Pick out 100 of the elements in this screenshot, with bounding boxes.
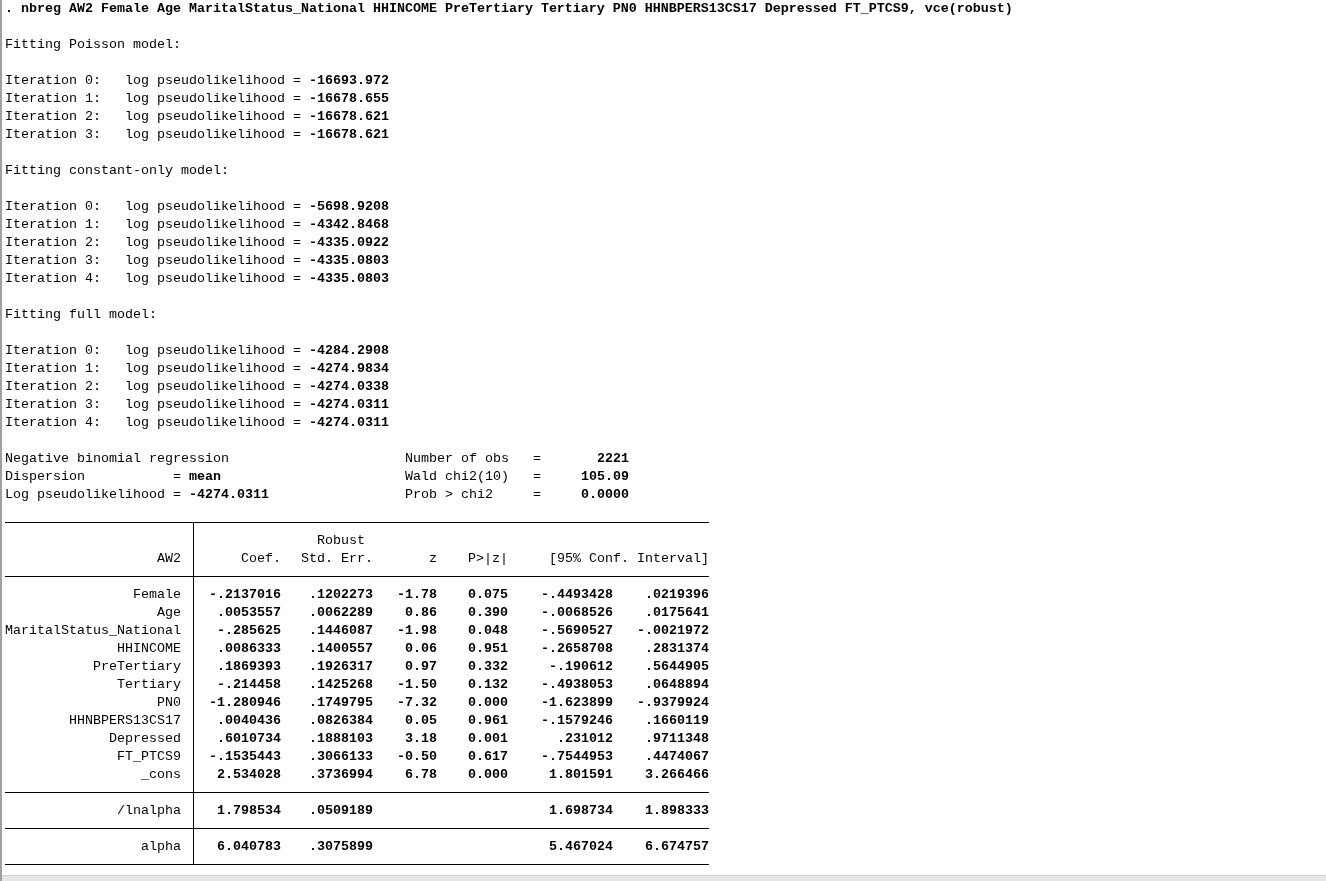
column-header: Std. Err.: [300, 550, 373, 568]
table-cell-text: 0.048: [467, 622, 508, 640]
table-cell-text: .0175641: [644, 604, 709, 622]
table-cell-text: .1446087: [308, 622, 373, 640]
column-header: Robust: [316, 532, 366, 550]
table-cell-text: -.1579246: [540, 712, 613, 730]
column-header: [95% Conf. Interval]: [548, 550, 709, 568]
table-cell-text: .0219396: [644, 586, 709, 604]
table-cell-text: 0.617: [467, 748, 508, 766]
table-cell-text: .5644905: [644, 658, 709, 676]
command-line: . nbreg AW2 Female Age MaritalStatus_National HHINCOME PreTertiary Tertiary PN0 HHNBPERS13CS17 Depressed FT_PTCS9, vce(robust): [5, 0, 1013, 18]
table-cell-text: .1425268: [308, 676, 373, 694]
variable-name: FT_PTCS9: [116, 748, 182, 766]
section-title: Fitting Poisson model:: [5, 36, 181, 54]
variable-name: Tertiary: [116, 676, 182, 694]
model-statistic: Prob > chi2 = 0.0000: [405, 486, 629, 504]
table-cell-text: .9711348: [644, 730, 709, 748]
table-cell-text: 0.001: [467, 730, 508, 748]
table-cell-text: .0062289: [308, 604, 373, 622]
table-cell-text: .4474067: [644, 748, 709, 766]
table-cell-text: .0053557: [216, 604, 281, 622]
iteration-line: Iteration 2: log pseudolikelihood = -4335.0922: [5, 234, 389, 252]
iteration-line: Iteration 3: log pseudolikelihood = -4335.0803: [5, 252, 389, 270]
section-title: Fitting full model:: [5, 306, 157, 324]
table-cell-text: -7.32: [396, 694, 437, 712]
table-cell-text: .0086333: [216, 640, 281, 658]
table-cell-text: .1660119: [644, 712, 709, 730]
table-cell-text: .3066133: [308, 748, 373, 766]
table-cell-text: -0.50: [396, 748, 437, 766]
table-cell-text: 6.78: [404, 766, 437, 784]
table-cell-text: -.2658708: [540, 640, 613, 658]
iteration-line: Iteration 1: log pseudolikelihood = -4274.9834: [5, 360, 389, 378]
variable-name: Depressed: [108, 730, 182, 748]
table-cell-text: 1.698734: [548, 802, 613, 820]
model-statistic: Wald chi2(10) = 105.09: [405, 468, 629, 486]
iteration-line: Iteration 2: log pseudolikelihood = -16678.621: [5, 108, 389, 126]
table-cell-text: .3075899: [308, 838, 373, 856]
table-cell-text: -.190612: [548, 658, 613, 676]
table-cell-text: 0.132: [467, 676, 508, 694]
table-cell-text: -1.50: [396, 676, 437, 694]
table-cell-text: .0826384: [308, 712, 373, 730]
table-cell-text: 0.951: [467, 640, 508, 658]
variable-name: alpha: [140, 838, 182, 856]
table-cell-text: -.5690527: [540, 622, 613, 640]
table-cell-text: .231012: [556, 730, 613, 748]
table-cell-text: 5.467024: [548, 838, 613, 856]
table-cell-text: -1.98: [396, 622, 437, 640]
iteration-line: Iteration 4: log pseudolikelihood = -4274.0311: [5, 414, 389, 432]
iteration-line: Iteration 4: log pseudolikelihood = -4335.0803: [5, 270, 389, 288]
table-cell-text: 1.798534: [216, 802, 281, 820]
table-cell-text: 2.534028: [216, 766, 281, 784]
table-cell-text: -.214458: [216, 676, 281, 694]
model-info: Dispersion = mean: [5, 468, 221, 486]
iteration-line: Iteration 3: log pseudolikelihood = -16678.621: [5, 126, 389, 144]
table-cell-text: .0040436: [216, 712, 281, 730]
table-cell-text: 0.000: [467, 694, 508, 712]
table-cell-text: -.0021972: [636, 622, 709, 640]
table-cell-text: 0.06: [404, 640, 437, 658]
table-cell-text: -.2137016: [208, 586, 281, 604]
model-info: Log pseudolikelihood = -4274.0311: [5, 486, 269, 504]
table-cell-text: 1.801591: [548, 766, 613, 784]
iteration-line: Iteration 1: log pseudolikelihood = -16678.655: [5, 90, 389, 108]
iteration-line: Iteration 0: log pseudolikelihood = -4284.2908: [5, 342, 389, 360]
table-cell-text: 6.040783: [216, 838, 281, 856]
table-cell-text: -1.78: [396, 586, 437, 604]
table-cell-text: .3736994: [308, 766, 373, 784]
table-cell-text: 1.898333: [644, 802, 709, 820]
variable-name: _cons: [140, 766, 182, 784]
table-cell-text: 3.266466: [644, 766, 709, 784]
table-cell-text: .1400557: [308, 640, 373, 658]
table-cell-text: -.7544953: [540, 748, 613, 766]
table-cell-text: .1202273: [308, 586, 373, 604]
model-info: Negative binomial regression: [5, 450, 229, 468]
section-title: Fitting constant-only model:: [5, 162, 229, 180]
table-cell-text: .0648894: [644, 676, 709, 694]
variable-name: Age: [156, 604, 182, 622]
iteration-line: Iteration 1: log pseudolikelihood = -4342.8468: [5, 216, 389, 234]
column-header: z: [428, 550, 437, 568]
table-cell-text: 0.97: [404, 658, 437, 676]
table-cell-text: 6.674757: [644, 838, 709, 856]
variable-name: PN0: [156, 694, 182, 712]
table-cell-text: 0.86: [404, 604, 437, 622]
table-cell-text: .1869393: [216, 658, 281, 676]
horizontal-scrollbar[interactable]: [2, 875, 1326, 881]
iteration-line: Iteration 0: log pseudolikelihood = -16693.972: [5, 72, 389, 90]
column-header: AW2: [156, 550, 182, 568]
table-cell-text: .0509189: [308, 802, 373, 820]
table-cell-text: -.4493428: [540, 586, 613, 604]
variable-name: Female: [132, 586, 182, 604]
table-cell-text: 0.332: [467, 658, 508, 676]
iteration-line: Iteration 0: log pseudolikelihood = -5698.9208: [5, 198, 389, 216]
table-cell-text: .1749795: [308, 694, 373, 712]
table-cell-text: 0.961: [467, 712, 508, 730]
table-cell-text: 0.000: [467, 766, 508, 784]
table-cell-text: -1.623899: [540, 694, 613, 712]
table-cell-text: -.4938053: [540, 676, 613, 694]
column-header: Coef.: [240, 550, 281, 568]
table-cell-text: 0.075: [467, 586, 508, 604]
table-cell-text: 3.18: [404, 730, 437, 748]
table-cell-text: 0.390: [467, 604, 508, 622]
